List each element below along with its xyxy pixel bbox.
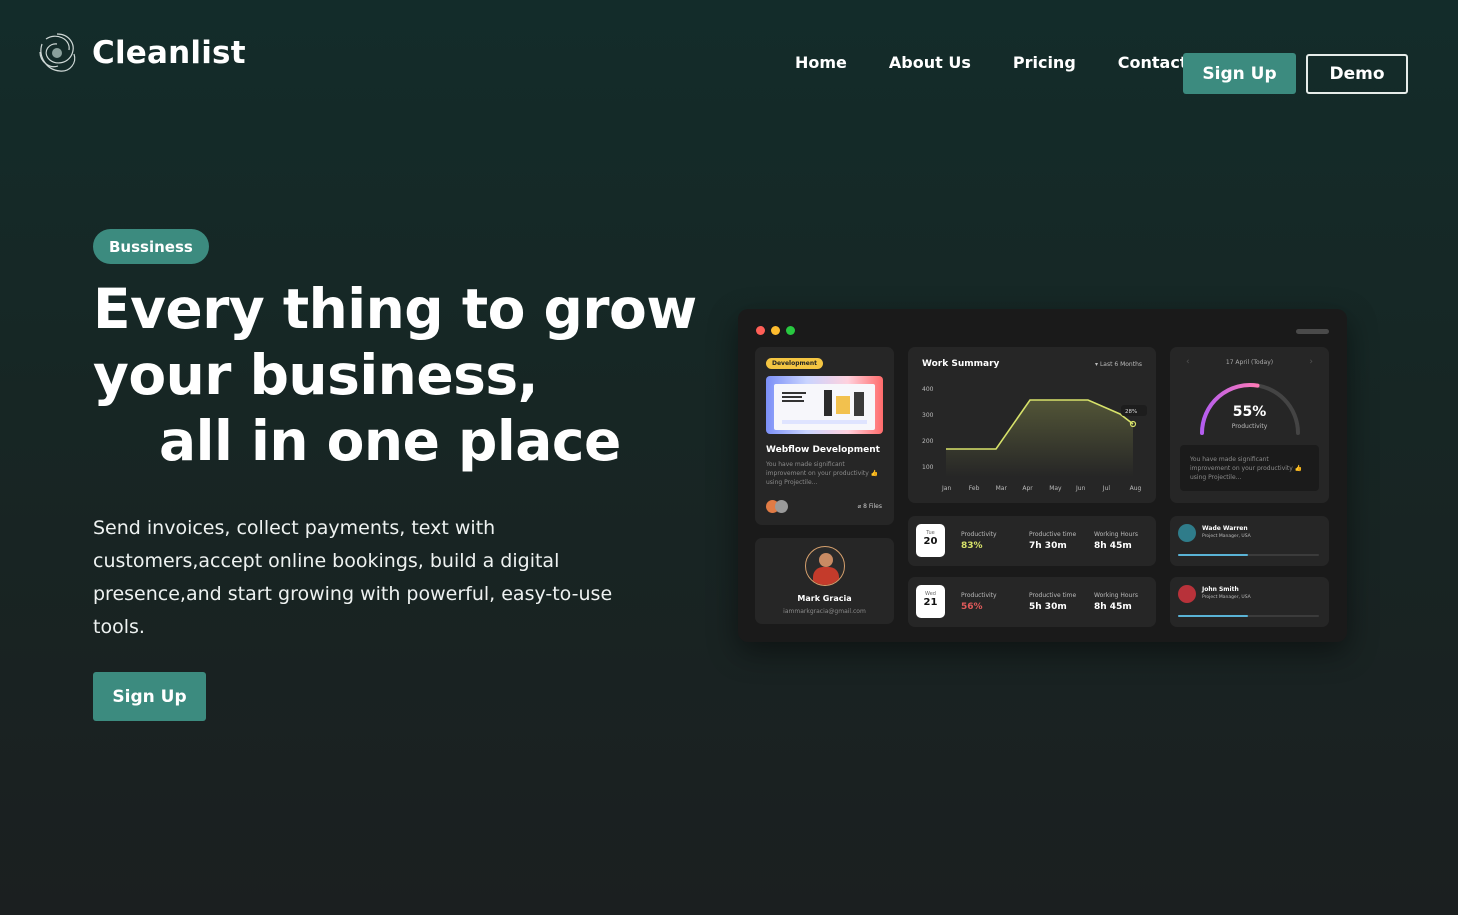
day-row[interactable]: Tue 20 Productivity 83% Productive time …: [908, 516, 1156, 566]
main-nav: Home About Us Pricing Contact: [795, 53, 1229, 72]
working-hours-value: 8h 45m: [1094, 602, 1132, 612]
person-role: Project Manager, USA: [1202, 595, 1251, 600]
person-name: Wade Warren: [1202, 525, 1248, 532]
window-maximize-dot: [786, 326, 795, 335]
productivity-value: 56%: [961, 602, 983, 612]
productivity-value: 83%: [961, 541, 983, 551]
member-avatar: [775, 500, 788, 513]
work-summary-card: Work Summary ▾ Last 6 Months 400 300 200 10…: [908, 347, 1156, 503]
working-hours-value: 8h 45m: [1094, 541, 1132, 551]
headline-line-2: your business,: [93, 343, 539, 407]
hero-subtext: Send invoices, collect payments, text wi…: [93, 517, 613, 638]
headline-line-1: Every thing to grow: [93, 277, 697, 341]
window-close-dot: [756, 326, 765, 335]
chart-area: [946, 400, 1133, 477]
profile-card: Mark Gracia iammarkgracia@gmail.com: [755, 538, 894, 624]
hero-signup-button[interactable]: Sign Up: [93, 672, 206, 721]
productivity-label: Productivity: [961, 531, 997, 538]
brand-logo[interactable]: Cleanlist: [34, 30, 246, 76]
project-description: You have made significant improvement on…: [766, 461, 879, 486]
person-progress-fill: [1178, 615, 1248, 617]
logo-swirl-icon: [39, 33, 76, 72]
productive-time-label: Productive time: [1029, 531, 1077, 538]
productive-time-value: 7h 30m: [1029, 541, 1067, 551]
productivity-card: ‹ › 17 April (Today) 55% Productivity Yo…: [1170, 347, 1329, 503]
day-row[interactable]: Wed 21 Productivity 56% Productive time …: [908, 577, 1156, 627]
profile-name: Mark Gracia: [797, 594, 852, 603]
window-minimize-dot: [771, 326, 780, 335]
person-avatar: [1178, 524, 1196, 542]
productive-time-value: 5h 30m: [1029, 602, 1067, 612]
nav-signup-button[interactable]: Sign Up: [1183, 53, 1296, 94]
productivity-date: 17 April (Today): [1225, 359, 1274, 366]
person-progress-fill: [1178, 554, 1248, 556]
dashboard-preview: Development Webflow Development You have…: [738, 309, 1347, 642]
productivity-label: Productivity: [961, 592, 997, 599]
profile-avatar: [805, 546, 845, 586]
person-avatar: [1178, 585, 1196, 603]
person-card[interactable]: Wade Warren Project Manager, USA: [1170, 516, 1329, 566]
category-badge: Bussiness: [93, 229, 209, 264]
window-pill: [1296, 329, 1329, 334]
nav-home[interactable]: Home: [795, 53, 847, 72]
hero-headline: Every thing to grow your business, all i…: [93, 276, 875, 474]
headline-line-3: all in one place: [159, 409, 621, 473]
nav-about-us[interactable]: About Us: [889, 53, 971, 72]
person-card[interactable]: John Smith Project Manager, USA: [1170, 577, 1329, 627]
files-count: ⌀ 8 Files: [857, 503, 882, 510]
brand-name: Cleanlist: [92, 35, 246, 71]
chart-callout-text: 28%: [1125, 409, 1137, 415]
date-chip: Wed 21: [916, 585, 945, 618]
nav-pricing[interactable]: Pricing: [1013, 53, 1076, 72]
project-card: Development Webflow Development You have…: [755, 347, 894, 525]
productive-time-label: Productive time: [1029, 592, 1077, 599]
profile-email: iammarkgracia@gmail.com: [783, 608, 866, 615]
project-title: Webflow Development: [766, 445, 880, 455]
working-hours-label: Working Hours: [1094, 592, 1138, 599]
project-tag: Development: [766, 358, 823, 369]
date-chip: Tue 20: [916, 524, 945, 557]
productivity-percent: 55%: [1232, 404, 1267, 420]
person-role: Project Manager, USA: [1202, 534, 1251, 539]
nav-contact[interactable]: Contact: [1118, 53, 1188, 72]
working-hours-label: Working Hours: [1094, 531, 1138, 538]
productivity-note-box: You have made significant improvement on…: [1180, 445, 1319, 491]
project-thumbnail: [766, 376, 883, 434]
work-summary-chart: 28%: [946, 399, 1147, 477]
demo-button[interactable]: Demo: [1306, 54, 1408, 94]
productivity-label: Productivity: [1231, 423, 1268, 430]
person-name: John Smith: [1202, 586, 1239, 593]
productivity-note: You have made significant improvement on…: [1190, 456, 1303, 481]
